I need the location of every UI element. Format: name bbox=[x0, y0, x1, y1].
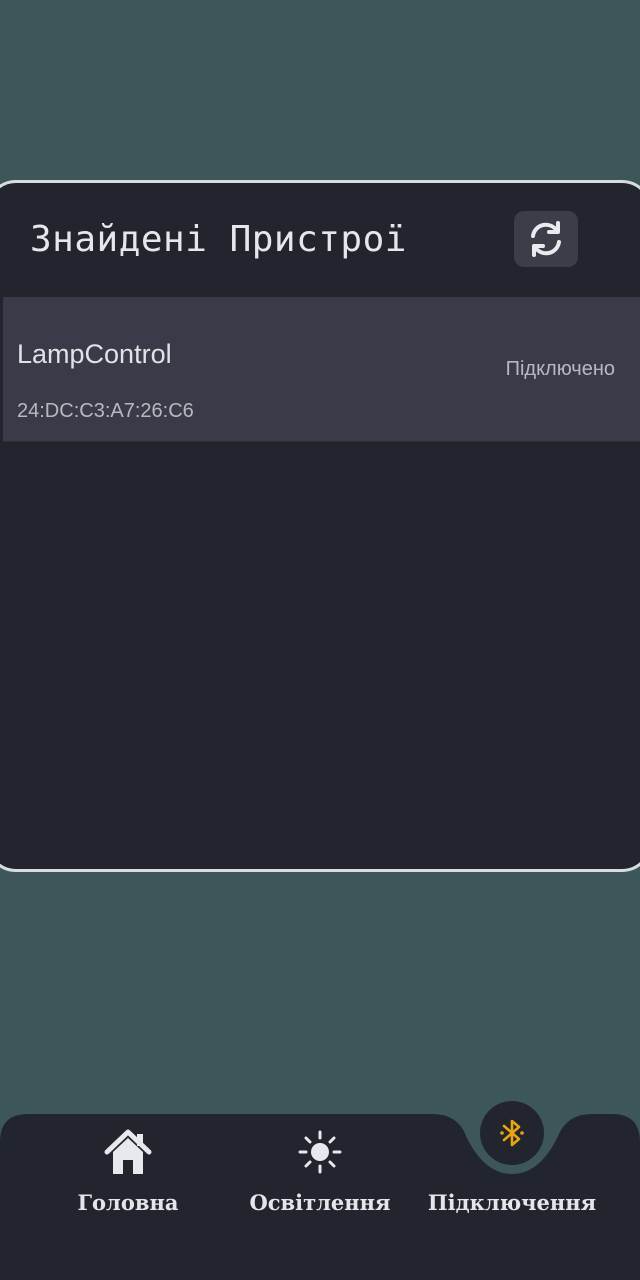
device-mac-address: 24:DC:C3:A7:26:C6 bbox=[17, 400, 194, 422]
refresh-icon bbox=[531, 221, 561, 257]
refresh-button[interactable] bbox=[514, 211, 578, 267]
nav-label-connection: Підключення bbox=[427, 1190, 597, 1215]
nav-item-connection[interactable]: Підключення bbox=[412, 1128, 612, 1228]
home-icon bbox=[104, 1129, 152, 1174]
nav-item-lighting[interactable]: Освітлення bbox=[220, 1128, 420, 1228]
nav-item-home[interactable]: Головна bbox=[28, 1128, 228, 1228]
device-name: LampControl bbox=[17, 339, 172, 369]
device-status: Підключено bbox=[505, 358, 615, 380]
device-list-item[interactable]: LampControl 24:DC:C3:A7:26:C6 Підключено bbox=[3, 297, 640, 442]
nav-label-lighting: Освітлення bbox=[249, 1190, 391, 1215]
devices-panel: Знайдені Пристрої LampControl 24:DC:C3:A… bbox=[0, 180, 640, 872]
nav-label-home: Головна bbox=[77, 1190, 179, 1215]
sun-icon bbox=[298, 1130, 342, 1174]
panel-title: Знайдені Пристрої bbox=[30, 219, 407, 260]
